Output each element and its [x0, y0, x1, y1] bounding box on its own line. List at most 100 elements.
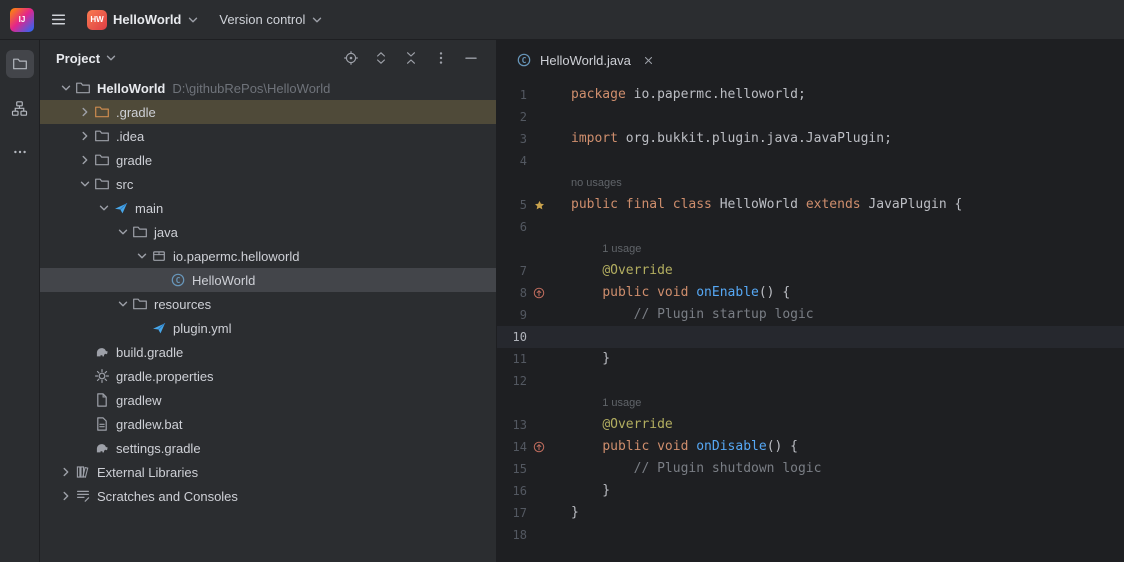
editor-gutter[interactable]: 1	[497, 84, 571, 106]
code-text: // Plugin shutdown logic	[571, 458, 821, 480]
code-token: extends	[806, 197, 861, 212]
panel-actions	[340, 47, 482, 69]
tree-item-label: src	[116, 177, 133, 192]
code-token: () {	[767, 439, 798, 454]
gutter-spacer	[527, 172, 551, 194]
usage-hint[interactable]: no usages	[571, 172, 622, 194]
tree-item-helloworld[interactable]: CHelloWorld	[40, 268, 496, 292]
editor-gutter[interactable]: 7	[497, 260, 571, 282]
editor-gutter[interactable]: 3	[497, 128, 571, 150]
select-opened-file-button[interactable]	[340, 47, 362, 69]
tree-item-plugin-yml[interactable]: plugin.yml	[40, 316, 496, 340]
tree-item-gradle-properties[interactable]: gradle.properties	[40, 364, 496, 388]
project-view-selector[interactable]: Project	[56, 51, 117, 66]
hide-button[interactable]	[460, 47, 482, 69]
code-editor[interactable]: 1package io.papermc.helloworld; 23import …	[497, 80, 1124, 562]
editor-gutter[interactable]	[497, 392, 571, 414]
vcs-widget[interactable]: Version control	[211, 7, 331, 32]
line-number: 9	[497, 304, 527, 326]
tree-item-gradlew[interactable]: gradlew	[40, 388, 496, 412]
usage-hint[interactable]: 1 usage	[571, 238, 641, 260]
editor-gutter[interactable]: 11	[497, 348, 571, 370]
chevron-down-icon[interactable]	[133, 250, 150, 262]
editor-gutter[interactable]: 4	[497, 150, 571, 172]
tree-item-src[interactable]: src	[40, 172, 496, 196]
line-number: 5	[497, 194, 527, 216]
expand-all-button[interactable]	[370, 47, 392, 69]
inlay-hint: 1 usage	[571, 238, 641, 260]
options-button[interactable]	[430, 47, 452, 69]
inlay-hint-row: no usages	[497, 172, 1124, 194]
editor-gutter[interactable]: 18	[497, 524, 571, 546]
editor-gutter[interactable]: 14	[497, 436, 571, 458]
tree-item-label: gradle	[116, 153, 152, 168]
class-marker-icon[interactable]	[527, 194, 551, 216]
tree-item-gradle[interactable]: gradle	[40, 148, 496, 172]
editor-gutter[interactable]	[497, 172, 571, 194]
chevron-down-icon[interactable]	[57, 82, 74, 94]
line-number: 2	[497, 106, 527, 128]
tree-item-main[interactable]: main	[40, 196, 496, 220]
structure-tool-window-button[interactable]	[6, 94, 34, 122]
line-number	[497, 238, 527, 260]
usage-hint[interactable]: 1 usage	[571, 392, 641, 414]
gutter-spacer	[527, 502, 551, 524]
chevron-right-icon[interactable]	[57, 490, 74, 502]
chevron-right-icon[interactable]	[76, 130, 93, 142]
class-icon: C	[169, 272, 187, 288]
override-marker-icon[interactable]	[527, 436, 551, 458]
tree-item-external-libraries[interactable]: External Libraries	[40, 460, 496, 484]
code-token: // Plugin shutdown logic	[634, 461, 822, 476]
chevron-down-icon[interactable]	[76, 178, 93, 190]
tree-item-scratches-and-consoles[interactable]: Scratches and Consoles	[40, 484, 496, 508]
editor-gutter[interactable]	[497, 238, 571, 260]
chevron-right-icon[interactable]	[76, 106, 93, 118]
gradle-icon	[93, 440, 111, 456]
line-number: 12	[497, 370, 527, 392]
tab-helloworld-java[interactable]: C HelloWorld.java	[505, 40, 665, 80]
project-tool-window-button[interactable]	[6, 50, 34, 78]
editor-gutter[interactable]: 15	[497, 458, 571, 480]
code-line-16: 16 }	[497, 480, 1124, 502]
tree-item-label: External Libraries	[97, 465, 198, 480]
editor-gutter[interactable]: 5	[497, 194, 571, 216]
more-tool-windows-button[interactable]	[6, 138, 34, 166]
main-menu-button[interactable]	[42, 6, 75, 33]
editor-gutter[interactable]: 13	[497, 414, 571, 436]
editor-gutter[interactable]: 17	[497, 502, 571, 524]
intellij-logo-text: IJ	[19, 15, 26, 24]
override-marker-icon[interactable]	[527, 282, 551, 304]
code-text: package io.papermc.helloworld;	[571, 84, 806, 106]
editor-gutter[interactable]: 12	[497, 370, 571, 392]
close-icon[interactable]	[642, 54, 655, 67]
tree-item-gradle[interactable]: .gradle	[40, 100, 496, 124]
gutter-spacer	[527, 458, 551, 480]
folder-icon	[74, 80, 92, 96]
editor-gutter[interactable]: 8	[497, 282, 571, 304]
code-line-3: 3import org.bukkit.plugin.java.JavaPlugi…	[497, 128, 1124, 150]
editor-gutter[interactable]: 2	[497, 106, 571, 128]
chevron-down-icon[interactable]	[95, 202, 112, 214]
tree-item-helloworld[interactable]: HelloWorldD:\githubRePos\HelloWorld	[40, 76, 496, 100]
project-widget[interactable]: HW HelloWorld	[79, 5, 207, 35]
tree-item-resources[interactable]: resources	[40, 292, 496, 316]
editor-gutter[interactable]: 10	[497, 326, 571, 348]
tree-item-idea[interactable]: .idea	[40, 124, 496, 148]
chevron-right-icon[interactable]	[57, 466, 74, 478]
tree-item-java[interactable]: java	[40, 220, 496, 244]
editor-gutter[interactable]: 16	[497, 480, 571, 502]
collapse-all-button[interactable]	[400, 47, 422, 69]
code-token: }	[571, 483, 610, 498]
chevron-down-icon[interactable]	[114, 298, 131, 310]
tree-item-settings-gradle[interactable]: settings.gradle	[40, 436, 496, 460]
tree-item-label: gradlew	[116, 393, 162, 408]
class-icon: C	[515, 52, 533, 68]
tree-item-build-gradle[interactable]: build.gradle	[40, 340, 496, 364]
editor-gutter[interactable]: 9	[497, 304, 571, 326]
chevron-down-icon[interactable]	[114, 226, 131, 238]
tree-item-gradlew-bat[interactable]: gradlew.bat	[40, 412, 496, 436]
tree-item-io-papermc-helloworld[interactable]: io.papermc.helloworld	[40, 244, 496, 268]
editor-gutter[interactable]: 6	[497, 216, 571, 238]
folder-icon	[93, 152, 111, 168]
chevron-right-icon[interactable]	[76, 154, 93, 166]
